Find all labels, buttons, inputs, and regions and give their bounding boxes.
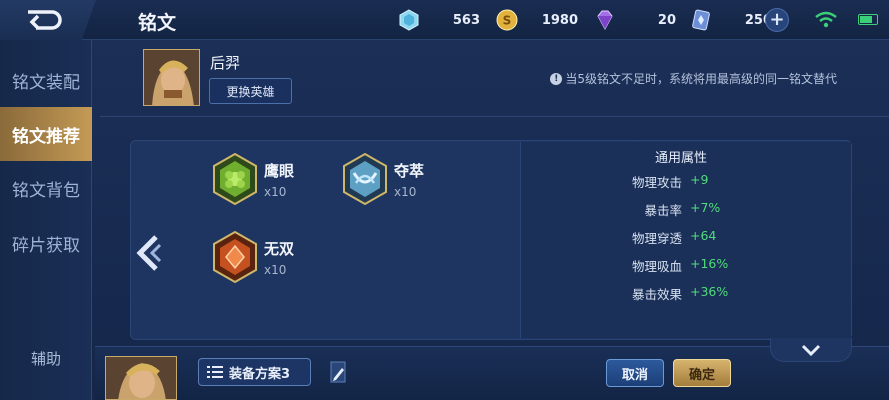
equipment-plan-label: 装备方案3 (229, 366, 291, 382)
currency-gold: S 1980 (496, 9, 578, 31)
rune-name: 无双 (264, 239, 295, 258)
top-bar: 铭文 563 S 1980 20 250 + (0, 0, 889, 40)
list-icon (207, 366, 223, 378)
diamond-icon (399, 9, 419, 31)
hero-name: 后羿 (210, 54, 241, 72)
hero-portrait[interactable] (143, 49, 200, 106)
hero-portrait-image (144, 50, 199, 105)
nav-item-rune-recommend[interactable]: 铭文推荐 (0, 107, 92, 161)
rune-item[interactable]: 无双 x10 (212, 231, 294, 283)
edit-icon[interactable] (325, 358, 351, 386)
nav-item-rune-bag[interactable]: 铭文背包 (0, 161, 92, 215)
attribute-value: +7% (690, 200, 721, 215)
attributes-panel (520, 142, 851, 338)
previous-arrow-icon[interactable] (134, 233, 164, 273)
back-button[interactable] (0, 0, 96, 40)
hawk-eye-rune-icon (213, 153, 257, 205)
seize-rune-icon (343, 153, 387, 205)
confirm-button[interactable]: 确定 (673, 359, 731, 387)
rune-count: x10 (264, 184, 287, 199)
gem-icon (597, 10, 613, 31)
currency-gem: 20 (594, 9, 676, 31)
wifi-icon (815, 11, 837, 28)
rune-item[interactable]: 夺萃 x10 (342, 153, 424, 205)
attribute-key: 物理攻击 (631, 175, 682, 190)
rune-name: 鹰眼 (264, 161, 295, 180)
replacement-hint: ! 当5级铭文不足时，系统将用最高级的同一铭文替代 (550, 70, 837, 87)
attributes-title: 通用属性 (655, 151, 708, 166)
left-nav: 铭文装配 铭文推荐 铭文背包 碎片获取 辅助 (0, 40, 92, 400)
attribute-value: +64 (690, 228, 717, 243)
rune-item[interactable]: 鹰眼 x10 (212, 153, 294, 205)
peerless-rune-icon (213, 231, 257, 283)
nav-item-fragment-obtain[interactable]: 碎片获取 (0, 216, 92, 270)
rune-count: x10 (394, 184, 417, 199)
attribute-value: +36% (690, 284, 729, 299)
attribute-key: 暴击率 (644, 203, 682, 218)
voucher-icon (692, 9, 710, 31)
chevron-down-icon (801, 344, 821, 356)
bottom-hero-portrait-image (106, 357, 176, 399)
attribute-key: 物理吸血 (631, 259, 682, 274)
attribute-value: +9 (690, 172, 709, 187)
nav-item-rune-equip[interactable]: 铭文装配 (0, 53, 92, 107)
bottom-hero-portrait (105, 356, 177, 400)
battery-icon (858, 14, 878, 25)
cancel-button[interactable]: 取消 (606, 359, 664, 387)
info-icon: ! (550, 72, 563, 85)
back-arrow-icon (28, 10, 62, 30)
rune-count: x10 (264, 262, 287, 277)
attribute-key: 物理穿透 (631, 231, 682, 246)
currency-diamond: 563 (398, 9, 480, 31)
add-voucher-button[interactable]: + (765, 8, 789, 32)
nav-item-help[interactable]: 辅助 (0, 331, 92, 385)
page-title: 铭文 (138, 12, 177, 34)
attribute-key: 暴击效果 (631, 287, 682, 302)
attribute-value: +16% (690, 256, 729, 271)
equipment-plan-button[interactable]: 装备方案3 (198, 358, 311, 386)
expand-tab[interactable] (770, 338, 852, 362)
gold-coin-icon: S (496, 9, 518, 31)
rune-name: 夺萃 (394, 161, 425, 180)
svg-text:S: S (503, 14, 512, 28)
plus-icon: + (769, 9, 785, 30)
change-hero-button[interactable]: 更换英雄 (209, 78, 292, 104)
hint-text: 当5级铭文不足时，系统将用最高级的同一铭文替代 (565, 72, 837, 86)
currency-voucher: 250 (690, 9, 772, 31)
divider (100, 116, 889, 117)
